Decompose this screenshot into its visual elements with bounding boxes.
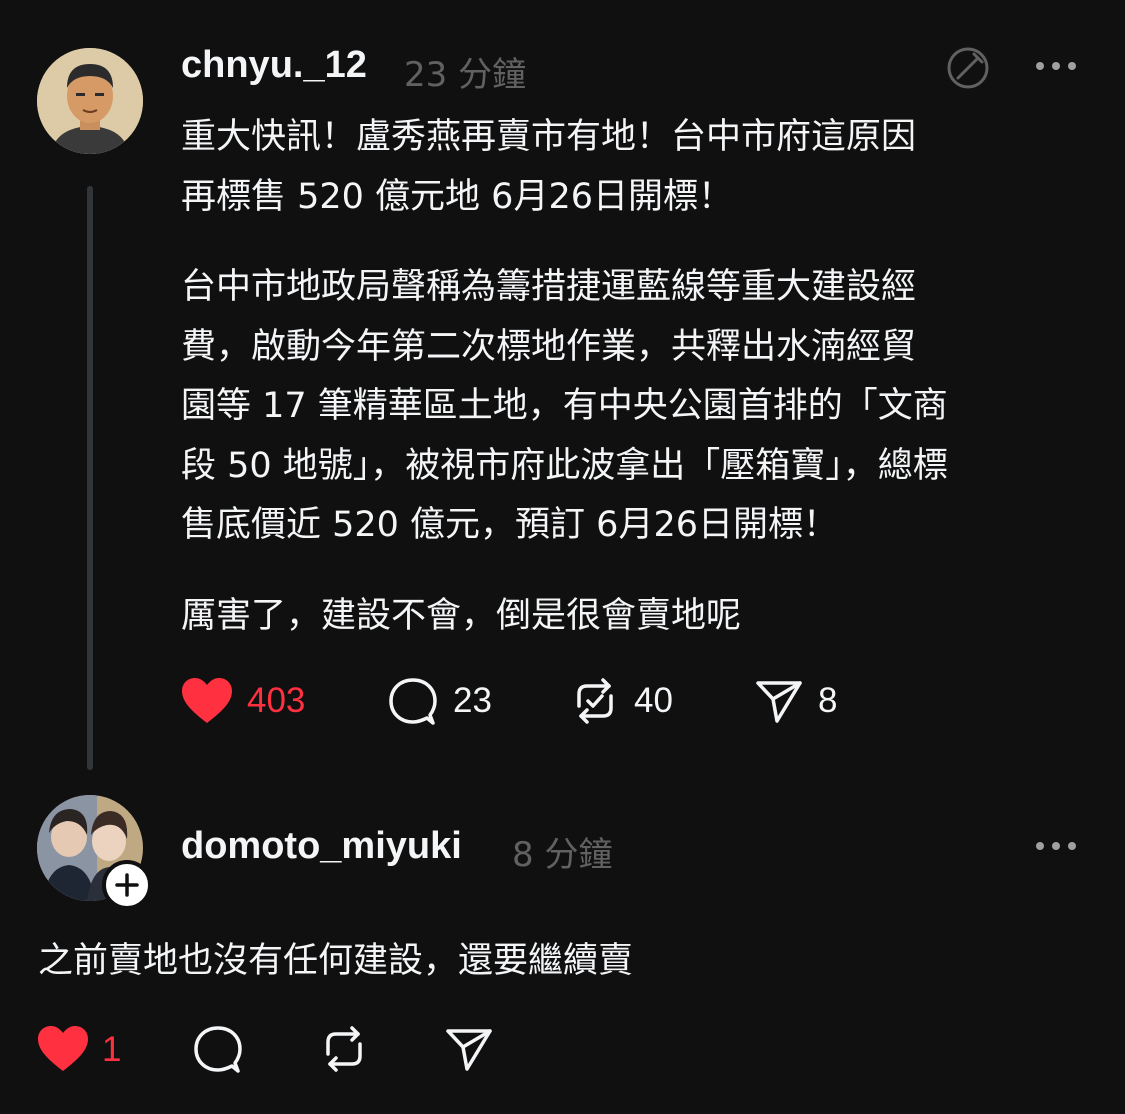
- reply-timestamp: 8 分鐘: [512, 835, 613, 875]
- post-line: 段 50 地號」，被視市府此波拿出「壓箱寶」，總標: [181, 445, 948, 486]
- reply-like-count: 1: [102, 1030, 122, 1069]
- more-options-icon[interactable]: [1034, 58, 1078, 74]
- reply-comment-button[interactable]: [192, 1024, 244, 1074]
- post-username[interactable]: chnyu._12: [181, 44, 367, 87]
- post-line: 費，啟動今年第二次標地作業，共釋出水湳經貿: [181, 326, 917, 367]
- reply-share-button[interactable]: [444, 1025, 494, 1073]
- reply-more-options-icon[interactable]: [1034, 838, 1078, 854]
- comment-count: 23: [453, 681, 492, 720]
- follow-button[interactable]: [102, 860, 152, 910]
- translate-icon[interactable]: [944, 44, 992, 92]
- post-paragraph-2: 台中市地政局聲稱為籌措捷運藍線等重大建設經 費，啟動今年第二次標地作業，共釋出水…: [181, 258, 1081, 556]
- repost-icon: [326, 1026, 362, 1072]
- post-paragraph-3: 厲害了，建設不會，倒是很會賣地呢: [181, 587, 1081, 647]
- post-line: 園等 17 筆精華區土地，有中央公園首排的「文商: [181, 386, 948, 426]
- paper-plane-icon: [446, 1029, 492, 1071]
- plus-icon: [115, 873, 139, 897]
- reply-repost-button[interactable]: [318, 1024, 370, 1074]
- thread-line: [87, 186, 93, 770]
- post-line: 再標售 520 億元地 6月26日開標！: [181, 176, 733, 217]
- comment-button[interactable]: [387, 676, 439, 726]
- post-author-avatar[interactable]: [37, 48, 143, 154]
- repost-count: 40: [634, 681, 673, 720]
- post-line: 厲害了，建設不會，倒是很會賣地呢: [181, 595, 742, 636]
- share-count: 8: [818, 681, 838, 720]
- share-button[interactable]: [754, 677, 804, 725]
- repost-icon: [577, 678, 613, 724]
- post-paragraph-1: 重大快訊！盧秀燕再賣市有地！台中市府這原因 再標售 520 億元地 6月26日開…: [181, 108, 1081, 227]
- post-body: 重大快訊！盧秀燕再賣市有地！台中市府這原因 再標售 520 億元地 6月26日開…: [181, 108, 1081, 646]
- like-count: 403: [247, 681, 306, 720]
- post-timestamp: 23 分鐘: [404, 55, 527, 95]
- heart-filled-icon: [38, 1026, 88, 1071]
- like-button[interactable]: [180, 677, 234, 725]
- paper-plane-icon: [756, 681, 802, 723]
- reply-like-button[interactable]: [36, 1025, 90, 1073]
- heart-filled-icon: [182, 678, 232, 723]
- post-line: 台中市地政局聲稱為籌措捷運藍線等重大建設經: [181, 267, 917, 307]
- post-line: 售底價近 520 億元，預訂 6月26日開標！: [181, 505, 838, 545]
- repost-button[interactable]: [569, 676, 621, 726]
- reply-body: 之前賣地也沒有任何建設，還要繼續賣: [38, 941, 634, 981]
- post-line: 重大快訊！盧秀燕再賣市有地！台中市府這原因: [181, 117, 917, 157]
- speech-bubble-icon: [389, 678, 437, 725]
- avatar-illustration: [37, 48, 143, 154]
- reply-username[interactable]: domoto_miyuki: [181, 825, 462, 868]
- speech-bubble-icon: [194, 1026, 242, 1073]
